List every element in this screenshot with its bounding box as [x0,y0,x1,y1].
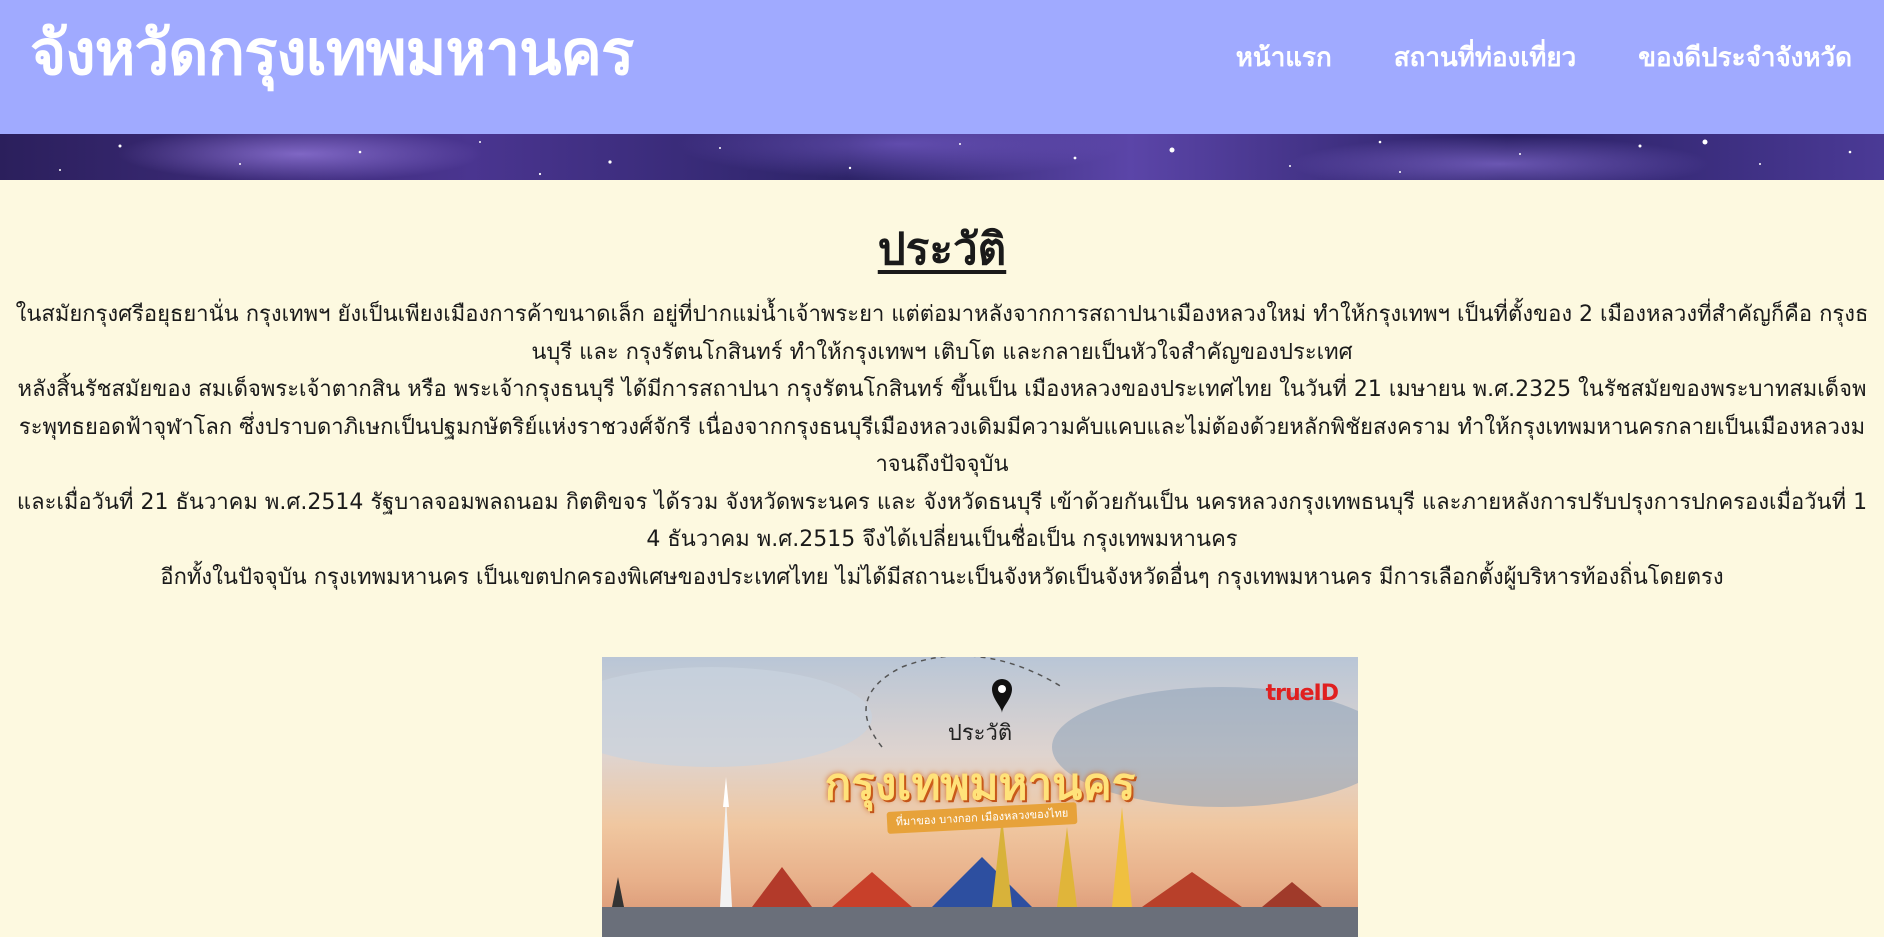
main-nav: หน้าแรก สถานที่ท่องเที่ยว ของดีประจำจังห… [1236,38,1852,78]
site-title: จังหวัดกรุงเทพมหานคร [30,16,634,89]
galaxy-banner [0,134,1884,180]
nav-home-link[interactable]: หน้าแรก [1236,38,1332,78]
hero-label: ประวัติ [947,721,1013,746]
location-pin-icon [992,679,1012,713]
history-paragraph: อีกทั้งในปัจจุบัน กรุงเทพมหานคร เป็นเขตป… [160,564,1724,590]
history-paragraph: หลังสิ้นรัชสมัยของ สมเด็จพระเจ้าตากสิน ห… [17,377,1867,477]
history-paragraph: ในสมัยกรุงศรีอยุธยานั่น กรุงเทพฯ ยังเป็น… [15,302,1869,365]
trueid-logo: trueID [1265,681,1339,706]
nav-local-products-link[interactable]: ของดีประจำจังหวัด [1638,38,1852,78]
nav-attractions-link[interactable]: สถานที่ท่องเที่ยว [1394,38,1576,78]
site-header: จังหวัดกรุงเทพมหานคร หน้าแรก สถานที่ท่อง… [0,0,1884,134]
history-text: ในสมัยกรุงศรีอยุธยานั่น กรุงเทพฯ ยังเป็น… [0,296,1884,596]
section-title-history: ประวัติ [877,224,1007,275]
bangkok-hero-image: ประวัติ กรุงเทพมหานคร ที่มาของ บางกอก เม… [602,657,1358,937]
history-paragraph: และเมื่อวันที่ 21 ธันวาคม พ.ศ.2514 รัฐบา… [16,489,1868,553]
main-content: ประวัติ ในสมัยกรุงศรีอยุธยานั่น กรุงเทพฯ… [0,180,1884,596]
